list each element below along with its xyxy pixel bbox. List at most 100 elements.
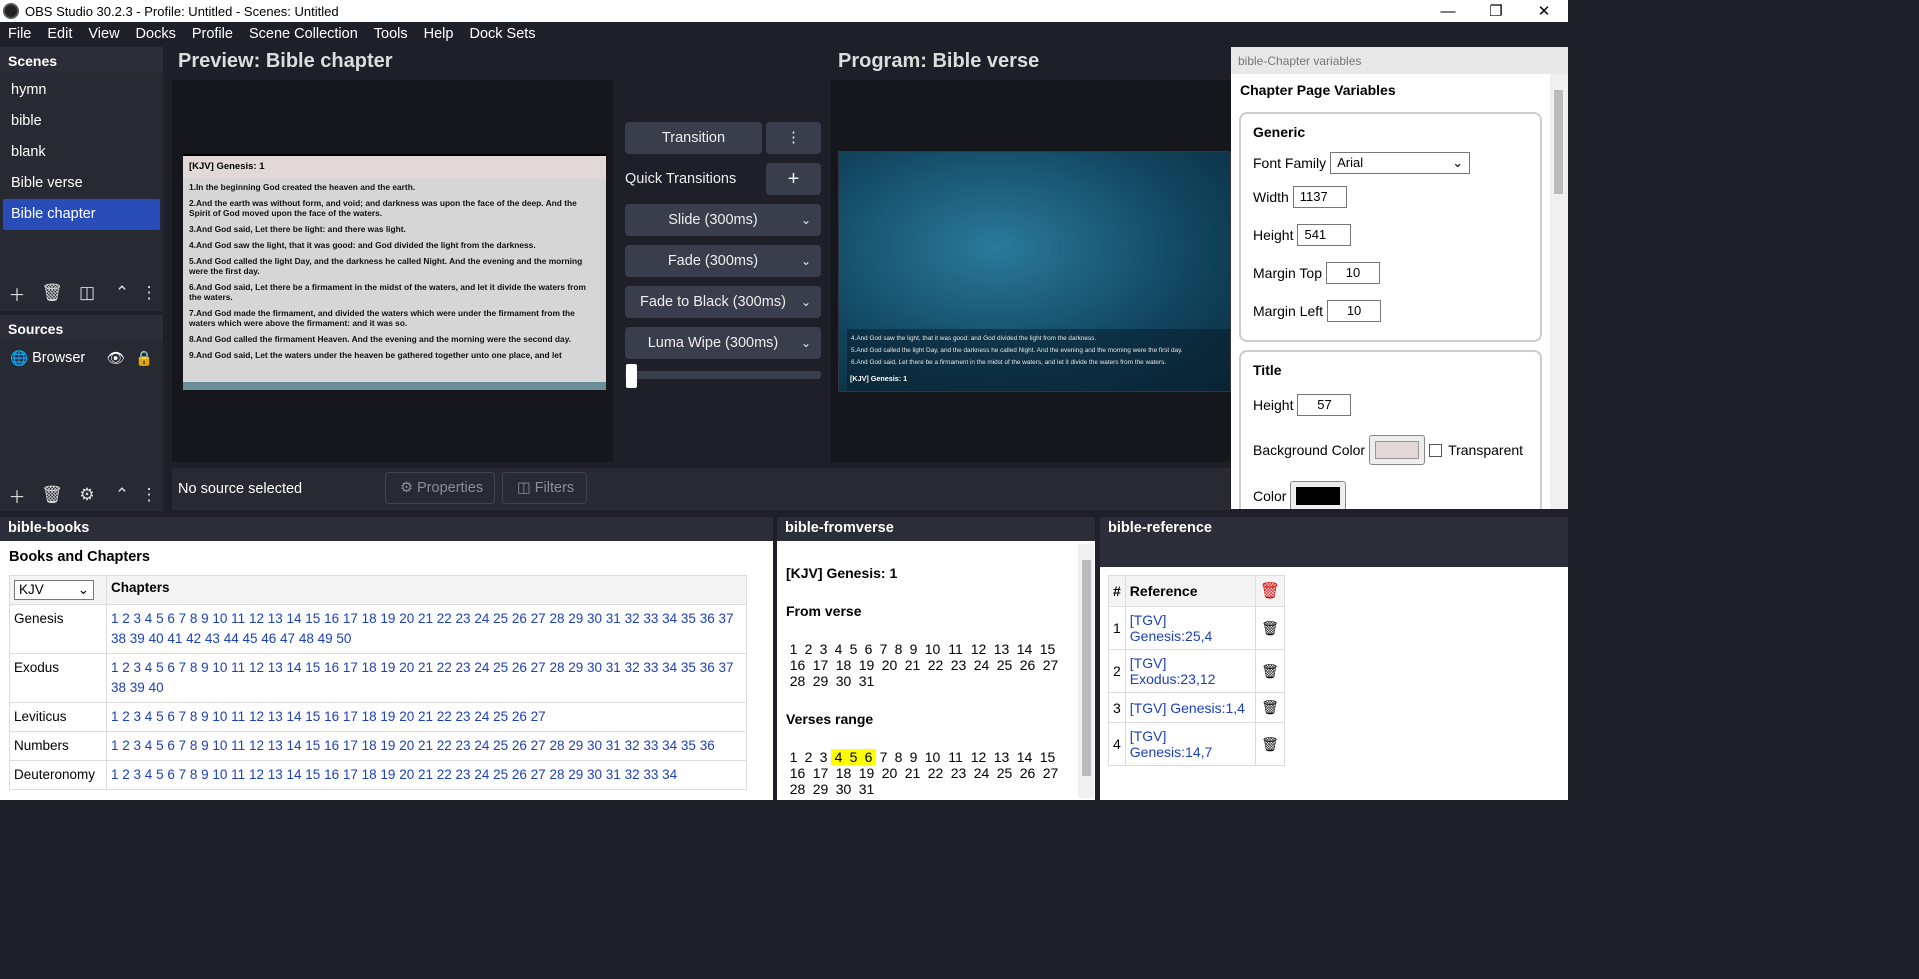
scrollbar-thumb[interactable] — [1082, 560, 1091, 776]
filters-button[interactable]: ◫ Filters — [502, 472, 587, 504]
chapter-link[interactable]: 28 — [549, 738, 568, 753]
reference-link[interactable]: [TGV] Genesis:1,4 — [1124, 692, 1256, 723]
chapter-link[interactable]: 2 — [122, 767, 133, 782]
verse-number[interactable]: 17 — [809, 765, 832, 781]
chapter-link[interactable]: 36 — [700, 660, 719, 675]
transition-more-icon[interactable]: ⋮ — [766, 122, 821, 154]
verse-number[interactable]: 30 — [832, 781, 855, 797]
verse-number[interactable]: 21 — [901, 657, 924, 673]
verse-number[interactable]: 20 — [878, 657, 901, 673]
verse-number[interactable]: 26 — [1016, 657, 1039, 673]
chapter-link[interactable]: 1 — [111, 611, 122, 626]
chapter-link[interactable]: 18 — [362, 709, 381, 724]
transition-button[interactable]: Transition — [625, 122, 762, 154]
restore-icon[interactable]: ❐ — [1472, 2, 1520, 20]
chapter-link[interactable]: 22 — [437, 611, 456, 626]
chapter-link[interactable]: 8 — [190, 738, 201, 753]
menu-file[interactable]: File — [0, 26, 39, 42]
verse-number[interactable]: 27 — [1039, 765, 1062, 781]
chapter-link[interactable]: 9 — [201, 660, 212, 675]
color-picker[interactable] — [1290, 481, 1347, 509]
menu-help[interactable]: Help — [416, 26, 462, 42]
chapter-link[interactable]: 9 — [201, 709, 212, 724]
chapter-link[interactable]: 10 — [212, 660, 231, 675]
chapter-link[interactable]: 32 — [625, 738, 644, 753]
chapter-link[interactable]: 12 — [249, 709, 268, 724]
chapter-link[interactable]: 16 — [324, 611, 343, 626]
chapter-link[interactable]: 39 — [130, 631, 149, 646]
chapter-link[interactable]: 19 — [380, 660, 399, 675]
chapter-link[interactable]: 18 — [362, 767, 381, 782]
move-source-up-icon[interactable]: ⌃ — [109, 482, 135, 508]
verse-number[interactable]: 2 — [801, 641, 816, 657]
chapter-link[interactable]: 44 — [224, 631, 243, 646]
verse-number[interactable]: 9 — [906, 641, 921, 657]
chapter-link[interactable]: 3 — [134, 767, 145, 782]
chapter-link[interactable]: 6 — [167, 611, 178, 626]
chapter-link[interactable]: 37 — [718, 660, 733, 675]
chapter-link[interactable]: 29 — [568, 611, 587, 626]
chapter-link[interactable]: 24 — [474, 660, 493, 675]
verse-number[interactable]: 11 — [944, 641, 967, 657]
vertical-scrollbar[interactable] — [1550, 74, 1568, 509]
chapter-link[interactable]: 29 — [568, 660, 587, 675]
verse-number[interactable]: 6 — [861, 641, 876, 657]
chapter-link[interactable]: 28 — [549, 611, 568, 626]
chapter-link[interactable]: 5 — [156, 611, 167, 626]
chapter-link[interactable]: 10 — [212, 709, 231, 724]
verse-number[interactable]: 1 — [786, 749, 801, 765]
verse-number[interactable]: 14 — [1013, 749, 1036, 765]
chapter-link[interactable]: 21 — [418, 767, 437, 782]
chapter-link[interactable]: 40 — [149, 631, 168, 646]
chapter-link[interactable]: 38 — [111, 631, 130, 646]
verse-number[interactable]: 8 — [891, 749, 906, 765]
chapter-link[interactable]: 26 — [512, 709, 531, 724]
verse-number[interactable]: 13 — [990, 641, 1013, 657]
menu-edit[interactable]: Edit — [39, 26, 80, 42]
scene-item-selected[interactable]: Bible chapter — [3, 199, 160, 230]
chapter-link[interactable]: 19 — [380, 738, 399, 753]
verse-number[interactable]: 10 — [921, 641, 944, 657]
chapter-link[interactable]: 27 — [531, 709, 546, 724]
chapter-link[interactable]: 13 — [268, 767, 287, 782]
chapter-link[interactable]: 24 — [474, 709, 493, 724]
chapter-link[interactable]: 10 — [212, 767, 231, 782]
chapter-link[interactable]: 4 — [145, 660, 156, 675]
chapter-link[interactable]: 7 — [179, 709, 190, 724]
height-input[interactable]: 541 — [1297, 224, 1352, 246]
verse-number[interactable]: 19 — [855, 657, 878, 673]
verse-number[interactable]: 18 — [832, 657, 855, 673]
chapter-link[interactable]: 21 — [418, 660, 437, 675]
chapter-link[interactable]: 22 — [437, 660, 456, 675]
chapter-link[interactable]: 2 — [122, 660, 133, 675]
chapter-link[interactable]: 48 — [299, 631, 318, 646]
verse-number[interactable]: 22 — [924, 765, 947, 781]
chapter-link[interactable]: 49 — [318, 631, 337, 646]
chapter-link[interactable]: 10 — [212, 738, 231, 753]
chapter-link[interactable]: 16 — [324, 709, 343, 724]
chapter-link[interactable]: 18 — [362, 611, 381, 626]
chapter-link[interactable]: 36 — [700, 611, 719, 626]
chapter-link[interactable]: 11 — [231, 767, 249, 782]
chapter-link[interactable]: 28 — [549, 660, 568, 675]
remove-source-icon[interactable]: 🗑 — [39, 482, 65, 508]
verse-number[interactable]: 4 — [831, 641, 846, 657]
properties-button[interactable]: ⚙ Properties — [385, 472, 495, 504]
chapter-link[interactable]: 23 — [456, 611, 475, 626]
chapter-link[interactable]: 13 — [268, 738, 287, 753]
chapter-link[interactable]: 4 — [145, 767, 156, 782]
source-item[interactable]: 🌐 Browser 👁 🔒 — [0, 343, 163, 373]
move-scene-up-icon[interactable]: ⌃ — [109, 280, 135, 306]
chapter-link[interactable]: 7 — [179, 660, 190, 675]
chapter-link[interactable]: 34 — [662, 611, 681, 626]
chapter-link[interactable]: 24 — [474, 611, 493, 626]
chapter-link[interactable]: 16 — [324, 660, 343, 675]
chapter-link[interactable]: 33 — [643, 611, 662, 626]
menu-scene-collection[interactable]: Scene Collection — [241, 26, 366, 42]
title-height-input[interactable]: 57 — [1297, 394, 1352, 416]
verse-number[interactable]: 24 — [970, 765, 993, 781]
chapter-link[interactable]: 20 — [399, 611, 418, 626]
chapter-link[interactable]: 15 — [305, 738, 324, 753]
chapter-link[interactable]: 14 — [287, 660, 306, 675]
chapter-link[interactable]: 33 — [643, 767, 662, 782]
